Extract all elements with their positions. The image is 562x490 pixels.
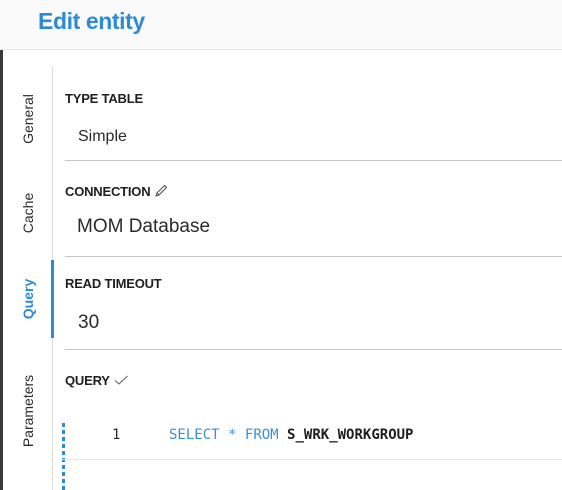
tab-cache[interactable]: Cache (3, 173, 53, 253)
keyword-from: FROM (244, 427, 279, 443)
check-icon[interactable] (113, 372, 129, 388)
connection-label: CONNECTION (65, 183, 151, 199)
tab-parameters[interactable]: Parameters (3, 351, 53, 471)
tab-general-label: General (20, 94, 36, 144)
tab-cache-label: Cache (20, 192, 36, 234)
query-label: QUERY (65, 372, 110, 388)
operator-star: * (228, 427, 237, 443)
pencil-icon[interactable] (153, 183, 169, 199)
tab-parameters-label: Parameters (20, 374, 37, 448)
code-text: SELECT * FROM S_WRK_WORKGROUP (169, 427, 413, 443)
tab-query-label: Query (20, 278, 36, 320)
code-line[interactable]: 1 SELECT * FROM S_WRK_WORKGROUP (62, 424, 562, 460)
type-table-value[interactable]: Simple (78, 128, 127, 146)
active-tab-indicator (51, 260, 54, 338)
vertical-tab-bar: General Cache Query Parameters (3, 66, 54, 490)
read-timeout-underline (65, 349, 562, 350)
tab-general[interactable]: General (3, 76, 53, 162)
page-title: Edit entity (38, 8, 145, 34)
connection-underline (65, 256, 562, 257)
line-number: 1 (112, 427, 121, 443)
dialog-header: Edit entity (0, 0, 562, 50)
read-timeout-label: READ TIMEOUT (65, 276, 162, 291)
read-timeout-value[interactable]: 30 (78, 312, 99, 334)
keyword-select: SELECT (169, 427, 220, 443)
query-label-row: QUERY (65, 372, 129, 388)
connection-value[interactable]: MOM Database (77, 216, 210, 238)
tab-query[interactable]: Query (3, 256, 54, 342)
table-name: S_WRK_WORKGROUP (287, 427, 414, 443)
type-table-label: TYPE TABLE (65, 91, 143, 106)
query-code-editor[interactable]: 1 SELECT * FROM S_WRK_WORKGROUP (62, 415, 562, 490)
type-table-underline (65, 160, 562, 161)
connection-label-row: CONNECTION (65, 183, 169, 199)
